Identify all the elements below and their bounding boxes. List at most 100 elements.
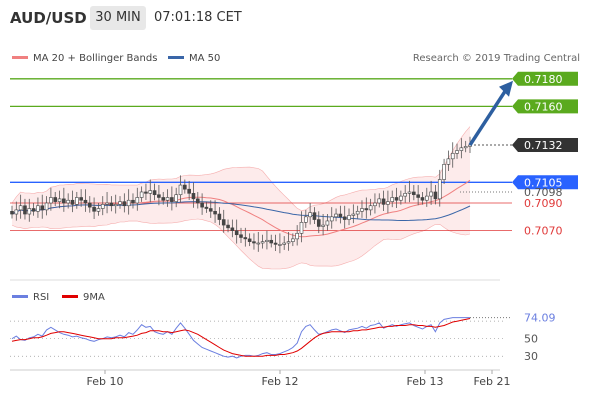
candle-body xyxy=(195,198,200,204)
candle-body xyxy=(364,208,369,211)
candle-body xyxy=(75,197,79,205)
level-label-0-7090: 0.7090 xyxy=(524,197,563,210)
candle-body xyxy=(27,208,32,215)
candle-body xyxy=(446,158,451,165)
candle-body xyxy=(204,206,209,209)
candle-body xyxy=(10,210,14,215)
candle-body xyxy=(247,238,252,242)
candle-body xyxy=(105,202,109,205)
candle-body xyxy=(49,197,53,204)
candle-body xyxy=(96,208,101,212)
candle-body xyxy=(92,206,96,212)
candle-body xyxy=(191,193,196,200)
candle-body xyxy=(200,202,204,208)
rsi-current-label: 74.09 xyxy=(524,312,556,325)
candle-body xyxy=(234,230,239,236)
candle-body xyxy=(399,195,403,201)
candle-body xyxy=(416,194,420,198)
candle-body xyxy=(40,205,45,211)
candle-body xyxy=(170,197,174,202)
candle-body xyxy=(252,241,256,244)
candle-body xyxy=(403,193,407,197)
candle-body xyxy=(420,197,425,201)
candle-body xyxy=(187,188,191,194)
candle-body xyxy=(437,179,442,200)
candle-body xyxy=(286,241,291,244)
candle-body xyxy=(18,205,23,211)
x-axis: Feb 10 Feb 12 Feb 13 Feb 21 xyxy=(87,370,510,388)
candle-body xyxy=(342,216,347,220)
candle-body xyxy=(100,204,105,209)
candle-body xyxy=(79,197,83,201)
level-label-0-7070: 0.7070 xyxy=(524,225,563,238)
candle-body xyxy=(278,244,282,246)
candle-body xyxy=(62,198,66,204)
candle-body xyxy=(217,213,222,220)
candle-body xyxy=(174,194,178,202)
level-label-0-7160: 0.7160 xyxy=(524,100,563,113)
candle-body xyxy=(429,191,433,197)
chart-legend: MA 20 + Bollinger Bands MA 50 Research ©… xyxy=(12,53,580,64)
candle-body xyxy=(265,239,269,242)
candle-body xyxy=(321,224,325,227)
x-tick-label: Feb 10 xyxy=(87,375,124,388)
ma9-legend-swatch xyxy=(62,295,78,298)
candle-body xyxy=(221,219,226,226)
rsi-line xyxy=(11,317,470,359)
candle-body xyxy=(139,191,144,198)
forecast-arrow-shaft xyxy=(468,88,508,146)
candle-body xyxy=(312,212,317,220)
candle-body xyxy=(459,147,464,151)
ma20-legend-swatch xyxy=(12,56,28,59)
candle-body xyxy=(381,198,386,205)
candle-body xyxy=(113,204,118,207)
candle-body xyxy=(407,191,412,194)
x-tick-label: Feb 12 xyxy=(262,375,299,388)
candle-body xyxy=(269,239,274,244)
candle-body xyxy=(157,194,161,198)
candle-body xyxy=(282,242,287,245)
rsi-tick-50: 50 xyxy=(524,333,538,346)
candle-body xyxy=(66,199,70,204)
candle-body xyxy=(455,150,459,154)
candle-body xyxy=(126,199,131,207)
candle-body xyxy=(87,202,92,208)
level-label-0-7132: 0.7132 xyxy=(524,139,563,152)
candle-body xyxy=(226,224,230,229)
candle-body xyxy=(70,199,75,205)
rsi-tick-30: 30 xyxy=(524,350,538,363)
candle-body xyxy=(308,212,312,218)
candle-body xyxy=(31,208,36,212)
candle-body xyxy=(394,197,399,201)
rsi-legend-label: RSI xyxy=(33,292,49,303)
candle-body xyxy=(57,198,62,202)
ma20-legend-label: MA 20 + Bollinger Bands xyxy=(33,53,157,64)
candle-body xyxy=(329,216,334,222)
candle-body xyxy=(208,208,213,212)
level-label-0-7180: 0.7180 xyxy=(524,73,563,86)
candle-body xyxy=(368,205,373,211)
candle-body xyxy=(83,199,88,204)
candle-body xyxy=(183,184,187,190)
candle-body xyxy=(14,209,19,215)
candle-body xyxy=(131,199,135,204)
candle-body xyxy=(152,190,157,196)
candle-body xyxy=(334,213,338,218)
rsi-legend-swatch xyxy=(12,295,28,298)
candle-body xyxy=(351,213,356,216)
candle-body xyxy=(442,164,446,180)
candle-body xyxy=(260,241,265,244)
candle-body xyxy=(338,213,343,218)
candle-body xyxy=(463,146,468,149)
candle-body xyxy=(135,197,140,204)
candle-body xyxy=(273,242,278,245)
candle-body xyxy=(424,195,429,201)
forecast-arrow xyxy=(468,80,513,146)
candle-body xyxy=(325,220,330,226)
candle-body xyxy=(304,216,308,223)
candle-body xyxy=(355,210,360,215)
candle-body xyxy=(360,208,364,212)
candle-body xyxy=(53,197,58,202)
candle-body xyxy=(178,184,183,196)
candle-body xyxy=(412,191,416,196)
